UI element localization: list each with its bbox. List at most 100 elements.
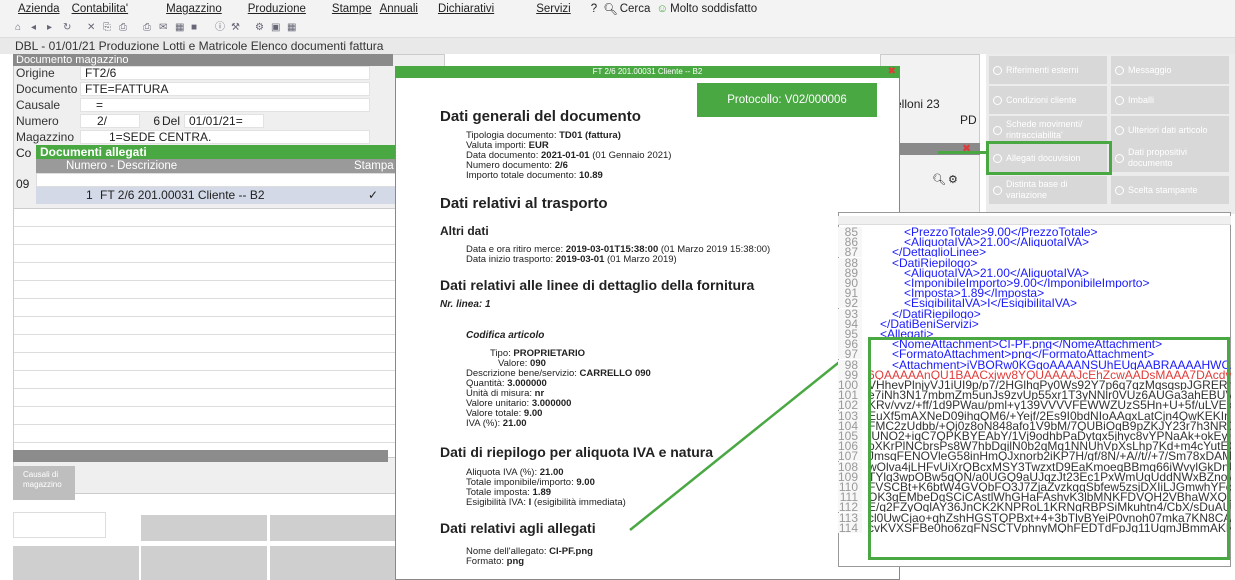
email-icon[interactable]: ✉: [159, 22, 171, 33]
print-icon[interactable]: ⎙: [143, 22, 155, 33]
grey-button-5[interactable]: [270, 546, 396, 580]
documento-row: Documento FTE=FATTURA: [13, 82, 370, 97]
pdf-close-icon[interactable]: ✖: [888, 66, 896, 78]
xml-ruler: [838, 216, 1231, 225]
menu-azienda[interactable]: Azienda: [18, 3, 72, 15]
xml-line-number: 100: [838, 380, 862, 390]
side-schede-movimenti[interactable]: Schede movimenti/ rintracciabilita': [989, 116, 1107, 144]
del-label: Del: [162, 114, 181, 128]
col-numero-descrizione[interactable]: Numero - Descrizione: [66, 159, 177, 173]
xml-line-number: 87: [838, 247, 862, 258]
xml-line-number: 90: [838, 278, 862, 288]
paste-icon[interactable]: ⎙: [119, 22, 131, 33]
numero-field-2[interactable]: 6: [140, 114, 160, 129]
xml-line-number: 107: [838, 451, 862, 462]
xml-line-number: 106: [838, 441, 862, 452]
side-label: Schede movimenti/ rintracciabilita': [1006, 119, 1083, 140]
menu-annuali[interactable]: Annuali: [380, 3, 438, 15]
menu-dichiarativi[interactable]: Dichiarativi: [438, 3, 536, 15]
allegati-title: Documenti allegati: [36, 145, 396, 159]
grey-button-2[interactable]: [270, 515, 396, 541]
inizio-trasporto-line: Data inizio trasporto: 2019-03-01 (01 Ma…: [466, 254, 677, 265]
side-scelta-stampante[interactable]: Scelta stampante: [1111, 176, 1229, 204]
magazzino-label: Magazzino: [16, 130, 75, 144]
origine-field[interactable]: FT2/6: [80, 66, 370, 80]
allegati-row-number: 1: [86, 188, 93, 202]
circle-icon: [1115, 153, 1124, 163]
documento-label: Documento: [16, 82, 78, 96]
xml-line-code: <ImponibileImporto>9.00</ImponibileImpor…: [904, 278, 1150, 288]
window-icon[interactable]: ▣: [271, 22, 283, 33]
xml-line-number: 93: [838, 308, 862, 319]
numero-field[interactable]: 2/: [80, 114, 140, 128]
menu-stampe[interactable]: Stampe: [332, 3, 380, 15]
allegati-filter-input[interactable]: [36, 173, 396, 187]
province-text: PD: [960, 113, 977, 127]
xml-line-code: <Imposta>1.89</Imposta>: [904, 288, 1045, 299]
smiley-icon: ☺: [656, 3, 669, 15]
menu-cerca[interactable]: Cerca: [620, 3, 657, 15]
formato-line: Formato: png: [466, 556, 525, 567]
grey-button-1[interactable]: [141, 515, 267, 541]
home-icon[interactable]: ⌂: [15, 22, 27, 33]
side-dati-propositivi[interactable]: Dati propositivi documento: [1111, 144, 1229, 172]
xml-line-code: </DettaglioLinee>: [892, 247, 987, 258]
xml-line-number: 98: [838, 359, 862, 370]
forward-icon[interactable]: ▸: [47, 22, 59, 33]
menu-soddisfazione[interactable]: Molto soddisfatto: [670, 3, 769, 15]
side-condizioni-cliente[interactable]: Condizioni cliente: [989, 86, 1107, 114]
co-label: Co: [16, 146, 32, 160]
close-icon[interactable]: ✕: [87, 22, 99, 33]
calendar-icon[interactable]: ▦: [175, 22, 187, 33]
causale-field[interactable]: =: [80, 98, 370, 112]
menu-magazzino[interactable]: Magazzino: [166, 3, 248, 15]
grey-button-4[interactable]: [141, 546, 267, 580]
menu-servizi[interactable]: Servizi: [536, 3, 591, 15]
empty-field[interactable]: [13, 512, 106, 538]
section-trasporto: Dati relativi al trasporto: [440, 195, 608, 212]
magazzino-field[interactable]: 1=SEDE CENTRA.: [80, 130, 370, 144]
settings-icon[interactable]: ⚙: [255, 22, 267, 33]
search-icon[interactable]: 🔍︎: [603, 2, 620, 16]
xml-line-number: 102: [838, 400, 862, 411]
col-stampa[interactable]: Stampa: [354, 159, 394, 173]
side-riferimenti-esterni[interactable]: Riferimenti esterni: [989, 56, 1107, 84]
grey-button-3[interactable]: [13, 546, 139, 580]
gear-icon[interactable]: ⚙: [948, 173, 958, 186]
pdf-title-bar: FT 2/6 201.00031 Cliente -- B2 ✖: [395, 66, 900, 78]
causali-magazzino-button[interactable]: Causali di magazzino: [13, 466, 75, 500]
back-icon[interactable]: ◂: [31, 22, 43, 33]
section-dati-generali: Dati generali del documento: [440, 108, 641, 125]
side-label: Ulteriori dati articolo: [1128, 124, 1208, 135]
xml-line-number: 91: [838, 288, 862, 299]
xml-line-number: 86: [838, 237, 862, 248]
side-imballi[interactable]: Imballi: [1111, 86, 1229, 114]
save-icon[interactable]: ■: [191, 22, 203, 33]
xml-line: 86 <AliquotaIVA>21.00</AliquotaIVA>: [838, 237, 1231, 248]
grid-icon[interactable]: ▦: [287, 22, 299, 33]
side-ulteriori-dati[interactable]: Ulteriori dati articolo: [1111, 116, 1229, 144]
xml-line-number: 96: [838, 339, 862, 350]
allegati-row-description: FT 2/6 201.00031 Cliente -- B2: [100, 188, 265, 202]
refresh-icon[interactable]: ↻: [63, 22, 75, 33]
side-distinta-base[interactable]: Distinta base di variazione: [989, 176, 1107, 204]
allegati-row[interactable]: 1 FT 2/6 201.00031 Cliente -- B2 ✓: [36, 187, 396, 204]
date-field[interactable]: 01/01/21=: [184, 114, 264, 128]
xml-line-number: 92: [838, 298, 862, 309]
search-icon-2[interactable]: 🔍︎: [932, 173, 946, 186]
menu-help[interactable]: ?: [591, 3, 603, 15]
side-label: Messaggio: [1128, 64, 1172, 75]
side-messaggio[interactable]: Messaggio: [1111, 56, 1229, 84]
causale-row: Causale =: [13, 98, 370, 113]
xml-line-number: 88: [838, 257, 862, 268]
menu-contabilita[interactable]: Contabilita': [72, 3, 167, 15]
tools-icon[interactable]: ⚒: [231, 22, 243, 33]
documento-field[interactable]: FTE=FATTURA: [80, 82, 370, 96]
menu-produzione[interactable]: Produzione: [248, 3, 332, 15]
info-icon[interactable]: ⓘ: [215, 22, 227, 33]
document-lines-grid[interactable]: [13, 208, 408, 458]
allegati-row-check[interactable]: ✓: [368, 187, 378, 204]
copy-icon[interactable]: ⎘: [103, 22, 115, 33]
xml-line-number: 97: [838, 349, 862, 360]
xml-line: 90 <ImponibileImporto>9.00</ImponibileImp…: [838, 278, 1231, 288]
